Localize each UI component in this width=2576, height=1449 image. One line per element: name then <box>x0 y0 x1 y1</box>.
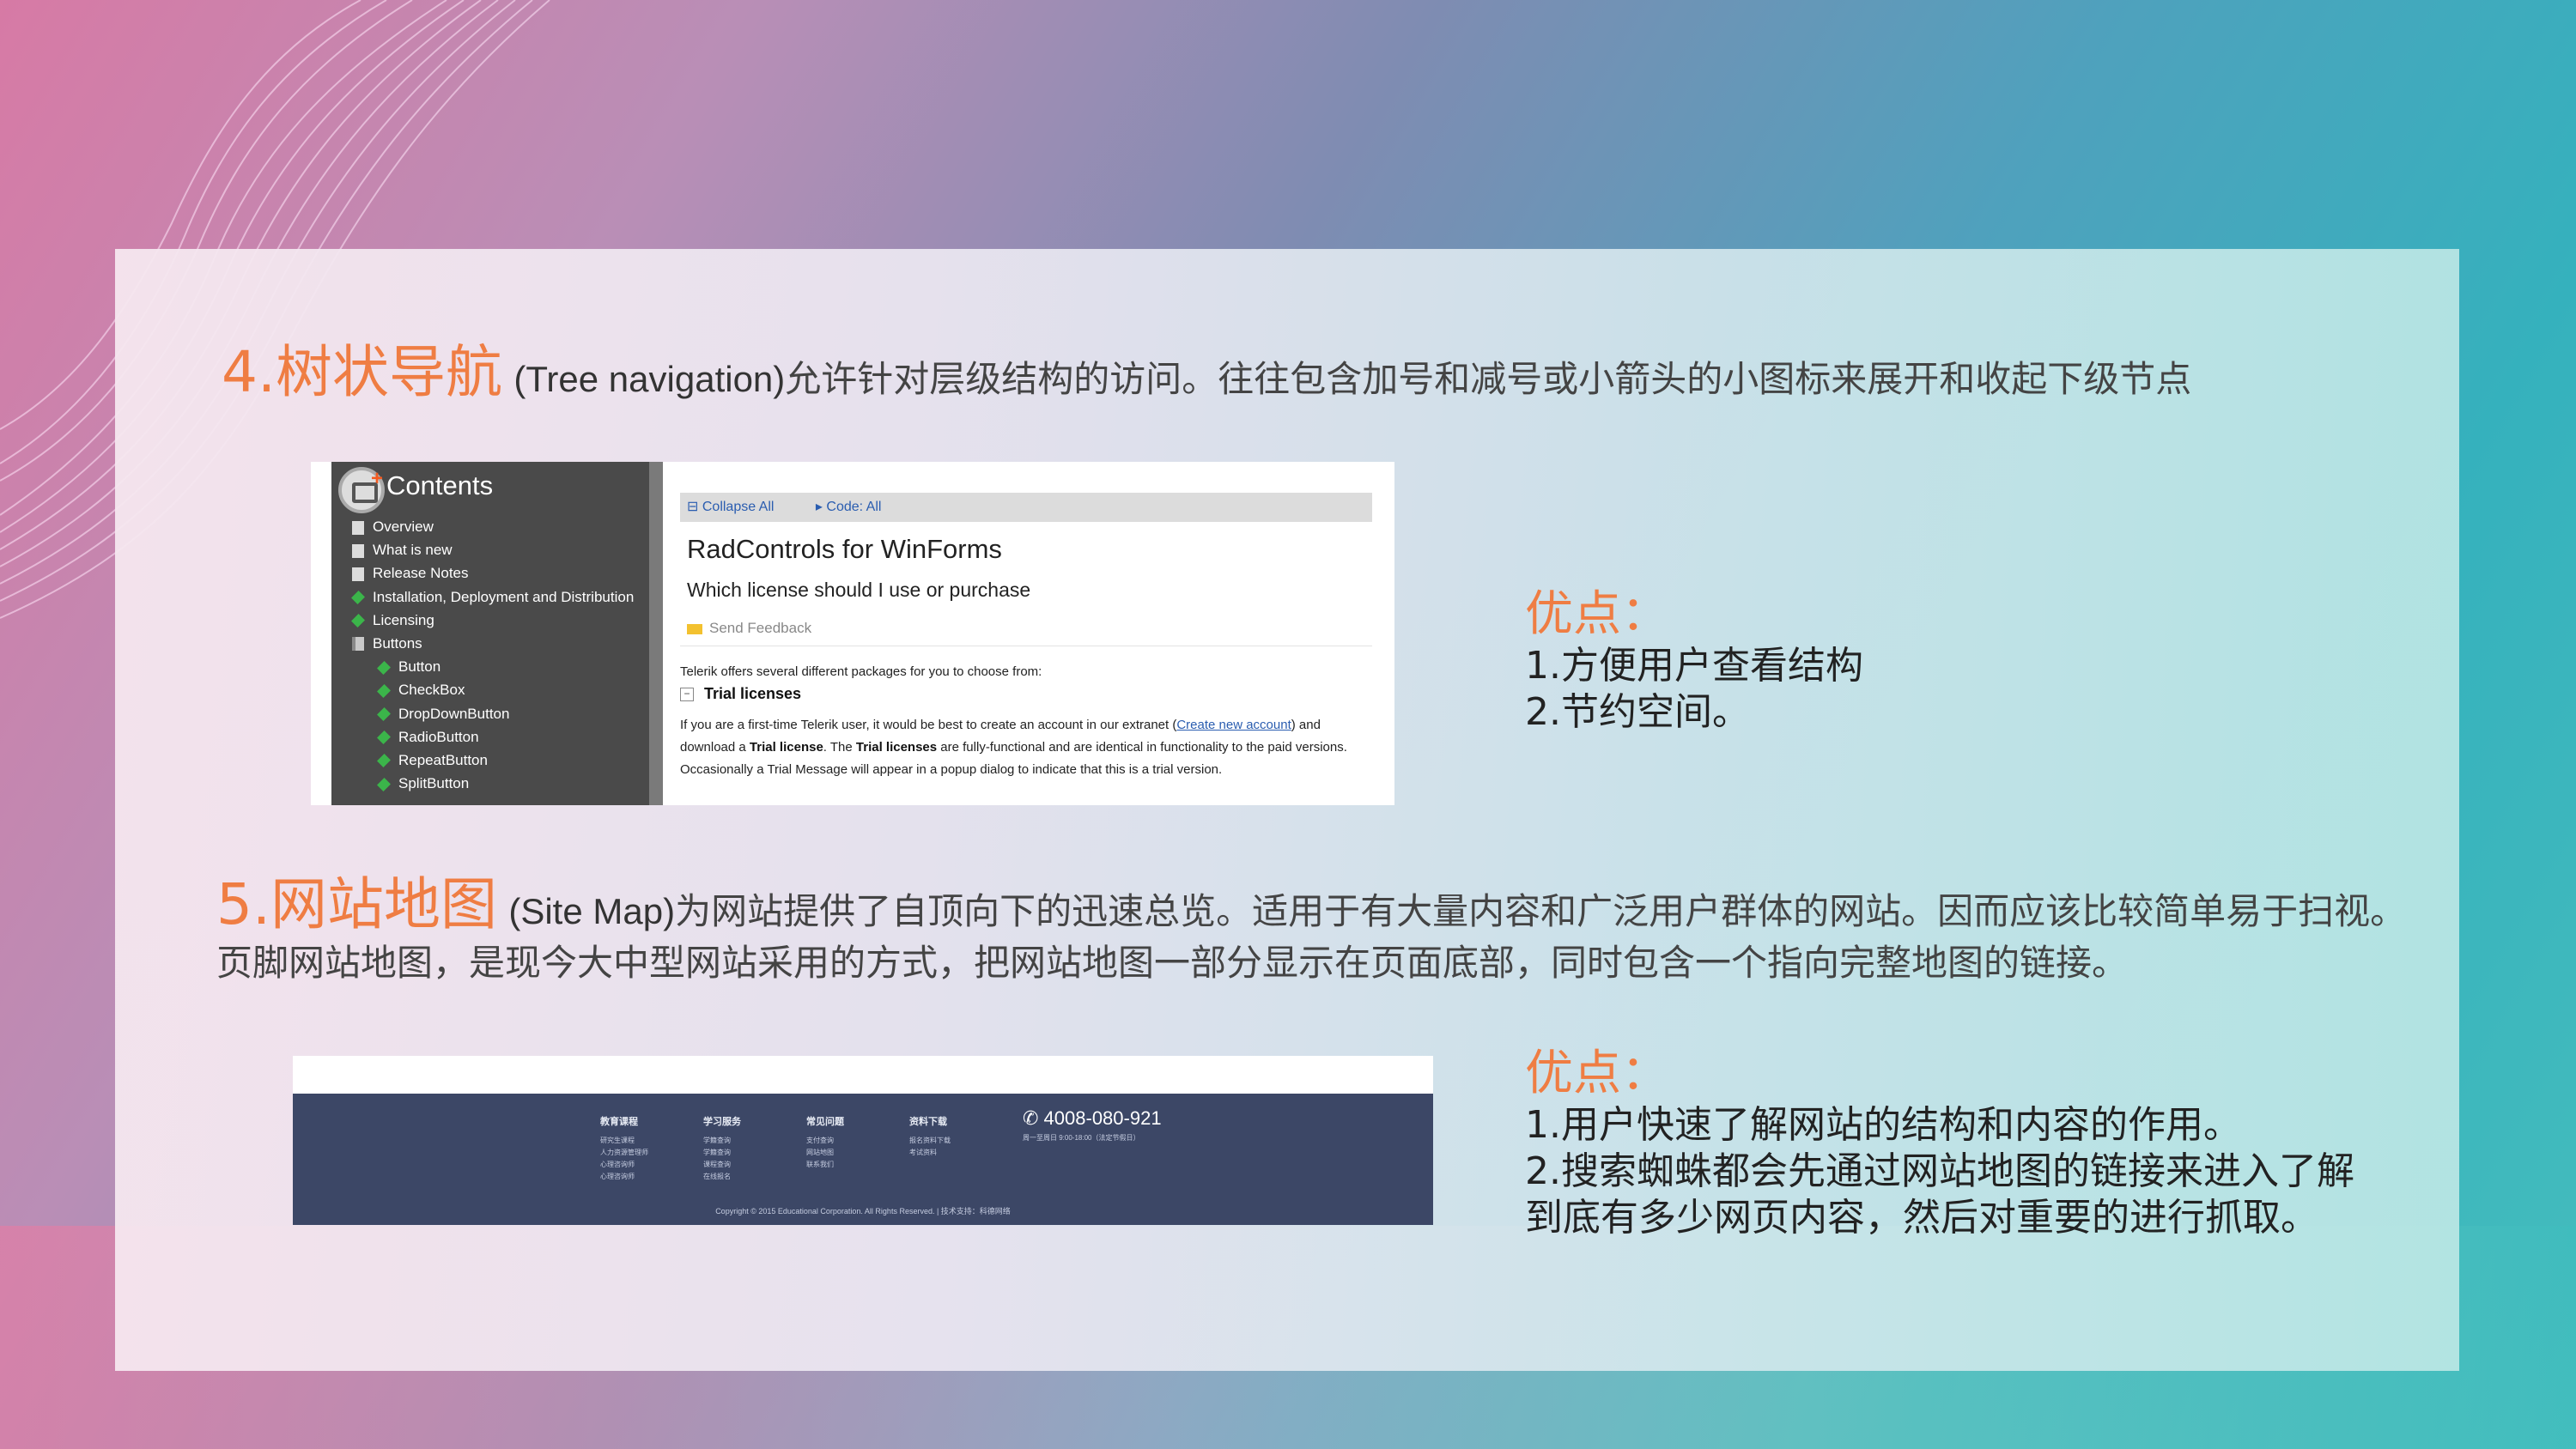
tree-item-label: Release Notes <box>373 565 469 582</box>
section4-description: 允许针对层级结构的访问。往往包含加号和减号或小箭头的小图标来展开和收起下级节点 <box>785 358 2192 400</box>
footer-bar: 教育课程 研究生课程 人力资源管理师 心理咨询师 心理咨询师 学习服务 学籍查询 学籍查询 课程… <box>293 1094 1433 1225</box>
code-all-link[interactable]: ▸ Code: All <box>816 500 901 514</box>
tree-item[interactable]: RadioButton <box>331 725 634 749</box>
tree-item-label: Buttons <box>373 634 422 652</box>
doc-icon <box>352 567 364 581</box>
footer-link[interactable]: 心理咨询师 <box>600 1159 648 1171</box>
footer-link[interactable]: 学籍查询 <box>703 1147 741 1159</box>
send-feedback-link[interactable]: Send Feedback <box>687 620 811 637</box>
collapse-all-link[interactable]: ⊟ Collapse All <box>687 500 793 514</box>
tree-content-pane: ⊟ Collapse All ▸ Code: All RadControls f… <box>680 462 1377 805</box>
section5-en-term: (Site Map) <box>508 891 676 931</box>
tree-item-label: SplitButton <box>398 775 470 792</box>
tree-list: Overview What is new Release Notes Installa… <box>331 515 634 795</box>
section4-advantage-item: 1.方便用户查看结构 <box>1525 644 1863 688</box>
footer-link[interactable]: 考试资料 <box>909 1147 951 1159</box>
footer-link[interactable]: 联系我们 <box>806 1159 844 1171</box>
footer-column-heading: 学习服务 <box>703 1117 741 1127</box>
add-contents-icon: + <box>338 467 385 513</box>
footer-sitemap-screenshot: 教育课程 研究生课程 人力资源管理师 心理咨询师 心理咨询师 学习服务 学籍查询 学籍查询 课程… <box>293 1056 1433 1225</box>
content-toolbar: ⊟ Collapse All ▸ Code: All <box>680 493 1372 522</box>
footer-column-heading: 资料下载 <box>909 1117 947 1127</box>
footer-link[interactable]: 学籍查询 <box>703 1135 741 1147</box>
footer-phone: ✆ 4008-080-921 <box>1023 1107 1162 1129</box>
gem-icon <box>377 660 391 675</box>
doc-icon <box>352 520 364 535</box>
gem-icon <box>377 754 391 768</box>
gem-icon <box>377 731 391 745</box>
collapse-icon[interactable]: − <box>680 688 694 702</box>
tree-item-label: Overview <box>373 518 434 535</box>
footer-phone-hours: 周一至周日 9:00-18:00（法定节假日） <box>1023 1134 1140 1142</box>
section4-number: 4.树状导航 <box>222 339 502 405</box>
create-account-link[interactable]: Create new account <box>1176 718 1291 732</box>
section4-heading: 4.树状导航 (Tree navigation)允许针对层级结构的访问。往往包含… <box>222 326 2191 409</box>
tree-panel: + Contents Overview What is new Release No… <box>331 462 663 805</box>
tree-item[interactable]: Installation, Deployment and Distributio… <box>331 585 634 609</box>
tree-item[interactable]: Overview <box>331 515 634 538</box>
tree-item[interactable]: What is new <box>331 538 634 561</box>
gem-icon <box>377 777 391 791</box>
gem-icon <box>351 591 365 605</box>
section4-advantage-item: 2.节约空间。 <box>1525 690 1750 734</box>
section4-advantages: 优点： 1.方便用户查看结构 2.节约空间。 <box>1525 586 1863 736</box>
tree-item[interactable]: DropDownButton <box>331 702 634 725</box>
book-icon <box>352 637 364 652</box>
tree-item[interactable]: Licensing <box>331 609 634 632</box>
tree-item-label: DropDownButton <box>398 705 510 722</box>
content-intro: Telerik offers several different package… <box>680 664 1042 679</box>
footer-column: 资料下载报名资料下载 考试资料 <box>909 1114 951 1159</box>
footer-column: 常见问题支付查询 网站地图 联系我们 <box>806 1114 844 1171</box>
section4-advantages-title: 优点： <box>1525 586 1669 642</box>
footer-column-heading: 常见问题 <box>806 1117 844 1127</box>
footer-link[interactable]: 支付查询 <box>806 1135 844 1147</box>
section5-paragraph: 5.网站地图 (Site Map)为网站提供了自顶向下的迅速总览。适用于有大量内… <box>216 876 2415 989</box>
section5-number: 5.网站地图 <box>216 871 497 937</box>
tree-item-label: CheckBox <box>398 682 465 699</box>
tree-item[interactable]: SplitButton <box>331 772 634 795</box>
tree-item-label: What is new <box>373 542 453 559</box>
footer-link[interactable]: 报名资料下载 <box>909 1135 951 1147</box>
tree-title: Contents <box>386 470 494 500</box>
tree-item[interactable]: CheckBox <box>331 678 634 701</box>
footer-column: 教育课程研究生课程 人力资源管理师 心理咨询师 心理咨询师 <box>600 1114 648 1183</box>
section5-advantages-title: 优点： <box>1525 1046 1669 1101</box>
trial-licenses-body: If you are a first-time Telerik user, it… <box>680 718 1347 777</box>
footer-column-heading: 教育课程 <box>600 1117 638 1127</box>
footer-link[interactable]: 课程查询 <box>703 1159 741 1171</box>
tree-item[interactable]: RepeatButton <box>331 749 634 772</box>
footer-link[interactable]: 在线报名 <box>703 1171 741 1183</box>
tree-item[interactable]: Button <box>331 655 634 678</box>
gem-icon <box>377 707 391 721</box>
tree-navigation-screenshot: + Contents Overview What is new Release No… <box>311 462 1394 805</box>
trial-licenses-heading[interactable]: − Trial licenses <box>680 685 801 703</box>
tree-item-label: Licensing <box>373 611 434 628</box>
section5-advantage-item: 1.用户快速了解网站的结构和内容的作用。 <box>1525 1103 2241 1147</box>
section5-advantage-item: 2.搜索蜘蛛都会先通过网站地图的链接来进入了解到底有多少网页内容，然后对重要的进… <box>1525 1149 2354 1240</box>
tree-item-label: RepeatButton <box>398 751 488 768</box>
tree-item[interactable]: Release Notes <box>331 561 634 585</box>
tree-item-label: Button <box>398 658 441 676</box>
tree-item-label: Installation, Deployment and Distributio… <box>373 588 635 605</box>
footer-link[interactable]: 人力资源管理师 <box>600 1147 648 1159</box>
content-heading: RadControls for WinForms <box>687 534 1002 564</box>
envelope-icon <box>687 623 702 634</box>
section5-advantages: 优点： 1.用户快速了解网站的结构和内容的作用。 2.搜索蜘蛛都会先通过网站地图… <box>1525 1046 2366 1241</box>
content-subheading: Which license should I use or purchase <box>687 579 1031 601</box>
footer-column: 学习服务 学籍查询 学籍查询 课程查询 在线报名 <box>703 1114 741 1183</box>
tree-item[interactable]: Buttons <box>331 632 634 655</box>
section4-en-term: (Tree navigation) <box>513 359 786 399</box>
gem-icon <box>377 683 391 698</box>
footer-copyright: Copyright © 2015 Educational Corporation… <box>715 1207 1011 1216</box>
doc-icon <box>352 543 364 558</box>
tree-item-label: RadioButton <box>398 728 479 745</box>
gem-icon <box>351 614 365 628</box>
footer-link[interactable]: 网站地图 <box>806 1147 844 1159</box>
footer-link[interactable]: 心理咨询师 <box>600 1171 648 1183</box>
footer-link[interactable]: 研究生课程 <box>600 1135 648 1147</box>
